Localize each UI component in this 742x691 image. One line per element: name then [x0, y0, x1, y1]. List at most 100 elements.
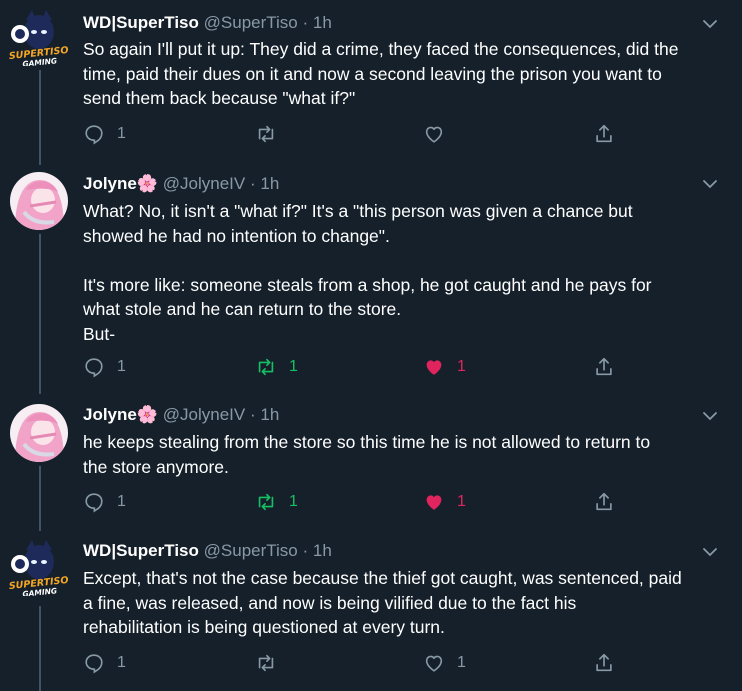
- tweet[interactable]: SUPERTISO GAMING WD|SuperTiso @SuperTiso…: [0, 530, 742, 691]
- avatar[interactable]: [10, 404, 68, 462]
- tweet-text: he keeps stealing from the store so this…: [83, 430, 723, 479]
- tweet-line: It's more like: someone steals from a sh…: [83, 274, 652, 295]
- share-icon: [596, 357, 612, 376]
- display-name[interactable]: WD|SuperTiso: [83, 13, 199, 32]
- display-name[interactable]: Jolyne🌸: [83, 405, 158, 424]
- like-count: 1: [457, 358, 466, 375]
- conversation-thread: SUPERTISO GAMING WD|SuperTiso @SuperTiso…: [0, 0, 742, 691]
- display-name[interactable]: Jolyne🌸: [83, 174, 158, 193]
- tweet-header: Jolyne🌸 @JolyneIV · 1h: [83, 404, 279, 426]
- handle[interactable]: @SuperTiso: [204, 13, 298, 32]
- retweet-icon: [258, 358, 274, 376]
- chevron-down-icon[interactable]: [700, 542, 720, 562]
- supertiso-logo: SUPERTISO GAMING: [8, 10, 69, 66]
- tweet-line-blank: [83, 248, 723, 273]
- tweet-header: Jolyne🌸 @JolyneIV · 1h: [83, 173, 279, 195]
- tweet-actions: 1: [83, 122, 643, 146]
- chevron-down-icon[interactable]: [700, 174, 720, 194]
- timestamp[interactable]: 1h: [313, 13, 332, 32]
- share-button[interactable]: [593, 490, 615, 514]
- tweet-line: So again I'll put it up: They did a crim…: [83, 39, 679, 59]
- tweet[interactable]: Jolyne🌸 @JolyneIV · 1h he keeps stealing…: [0, 395, 742, 530]
- tweet-line: what stole and he can return to the stor…: [83, 299, 402, 319]
- reply-count: 1: [117, 493, 126, 510]
- chevron-down-icon[interactable]: [700, 406, 720, 426]
- retweet-button[interactable]: [255, 651, 289, 675]
- retweet-button[interactable]: [255, 122, 289, 146]
- tweet-actions: 1 1 1: [83, 490, 643, 514]
- reply-count: 1: [117, 125, 126, 142]
- share-icon: [596, 124, 612, 143]
- tweet-text: What? No, it isn't a "what if?" It's a "…: [83, 199, 723, 346]
- share-button[interactable]: [593, 122, 615, 146]
- reply-button[interactable]: 1: [83, 122, 126, 146]
- reply-icon: [85, 654, 103, 674]
- retweet-count: 1: [289, 358, 298, 375]
- avatar-image: [10, 172, 68, 230]
- tweet-line: send them back because "what if?": [83, 88, 356, 108]
- like-button[interactable]: 1: [423, 490, 466, 514]
- chevron-down-icon[interactable]: [700, 14, 720, 34]
- timestamp[interactable]: 1h: [313, 541, 332, 560]
- separator-dot: ·: [302, 13, 309, 32]
- tweet-line: Except, that's not the case because the …: [83, 568, 682, 588]
- tweet-line: he keeps stealing from the store so this…: [83, 432, 651, 452]
- retweet-icon: [258, 493, 274, 511]
- like-count: 1: [457, 654, 466, 671]
- reply-count: 1: [117, 654, 126, 671]
- retweet-icon: [258, 654, 274, 672]
- like-icon: [426, 360, 442, 375]
- share-icon: [596, 492, 612, 511]
- retweet-count: 1: [289, 493, 298, 510]
- separator-dot: ·: [302, 541, 309, 560]
- like-icon: [425, 655, 443, 672]
- separator-dot: ·: [249, 405, 256, 424]
- timestamp[interactable]: 1h: [260, 405, 279, 424]
- tweet[interactable]: SUPERTISO GAMING WD|SuperTiso @SuperTiso…: [0, 0, 742, 165]
- reply-button[interactable]: 1: [83, 651, 126, 675]
- like-button[interactable]: 1: [423, 651, 466, 675]
- tweet-line: rehabilitation is being questioned at ev…: [83, 617, 445, 637]
- display-name[interactable]: WD|SuperTiso: [83, 541, 199, 560]
- reply-button[interactable]: 1: [83, 490, 126, 514]
- tweet-header: WD|SuperTiso @SuperTiso · 1h: [83, 540, 332, 562]
- like-icon: [425, 126, 443, 143]
- retweet-button[interactable]: 1: [255, 355, 298, 379]
- tweet-text: So again I'll put it up: They did a crim…: [83, 37, 723, 111]
- like-button[interactable]: [423, 122, 457, 146]
- avatar[interactable]: SUPERTISO GAMING: [8, 538, 70, 596]
- like-icon: [426, 495, 442, 510]
- avatar[interactable]: SUPERTISO GAMING: [8, 8, 70, 66]
- like-button[interactable]: 1: [423, 355, 466, 379]
- separator-dot: ·: [249, 174, 256, 193]
- reply-icon: [85, 358, 103, 378]
- like-count: 1: [457, 493, 466, 510]
- timestamp[interactable]: 1h: [260, 174, 279, 193]
- tweet-actions: 1 1: [83, 651, 643, 675]
- handle[interactable]: @SuperTiso: [204, 541, 298, 560]
- tweet-actions: 1 1 1: [83, 355, 643, 379]
- reply-icon: [85, 493, 103, 513]
- handle[interactable]: @JolyneIV: [163, 174, 245, 193]
- tweet-line: What? No, it isn't a "what if?" It's a "…: [83, 201, 633, 221]
- reply-icon: [85, 125, 103, 145]
- tweet-line: time, paid their dues on it and now a se…: [83, 63, 662, 84]
- avatar-image: [10, 404, 68, 462]
- tweet-text: Except, that's not the case because the …: [83, 566, 723, 640]
- tweet[interactable]: Jolyne🌸 @JolyneIV · 1h What? No, it isn'…: [0, 165, 742, 395]
- avatar[interactable]: [10, 172, 68, 230]
- reply-count: 1: [117, 358, 126, 375]
- reply-button[interactable]: 1: [83, 355, 126, 379]
- supertiso-logo: SUPERTISO GAMING: [8, 540, 69, 596]
- tweet-line: the store anymore.: [83, 456, 229, 477]
- retweet-icon: [258, 125, 274, 143]
- handle[interactable]: @JolyneIV: [163, 405, 245, 424]
- tweet-header: WD|SuperTiso @SuperTiso · 1h: [83, 12, 332, 34]
- share-button[interactable]: [593, 651, 615, 675]
- tweet-line: showed he had no intention to change".: [83, 225, 390, 246]
- retweet-button[interactable]: 1: [255, 490, 298, 514]
- share-icon: [596, 653, 612, 672]
- tweet-line: But-: [83, 323, 116, 344]
- share-button[interactable]: [593, 355, 615, 379]
- tweet-line: a fine, was released, and now is being v…: [83, 592, 577, 613]
